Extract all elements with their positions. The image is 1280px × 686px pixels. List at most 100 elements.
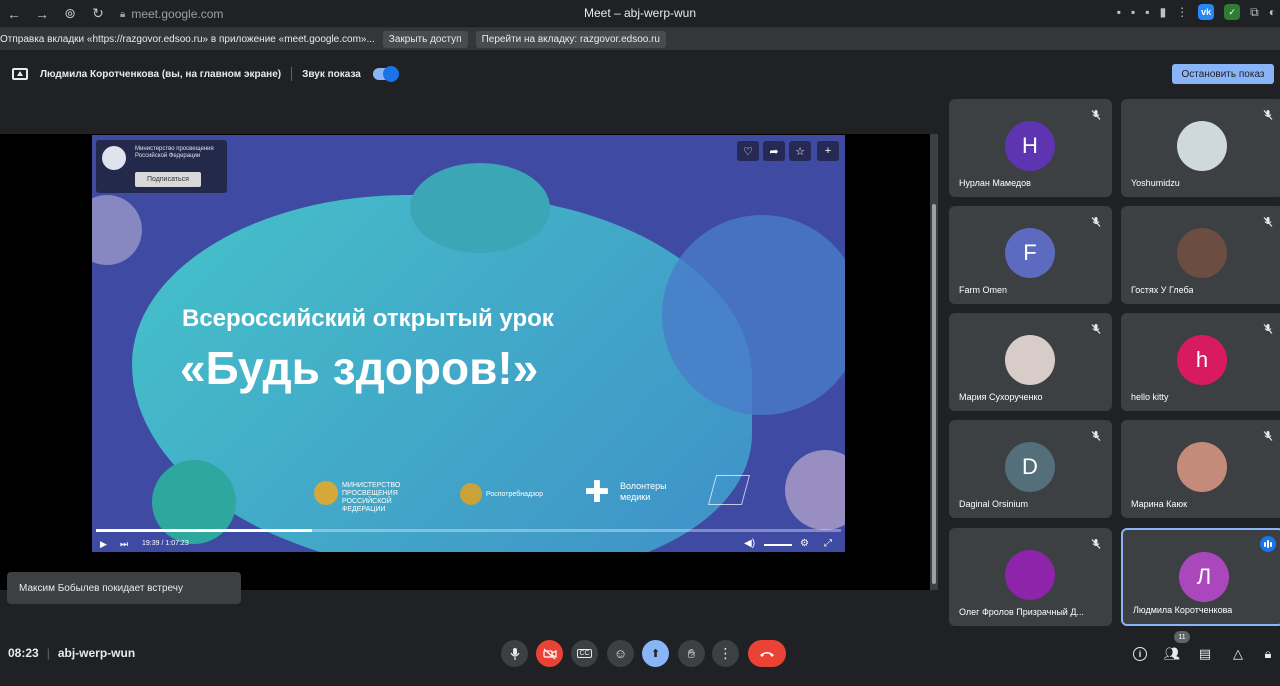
leave-call-button[interactable]: [748, 640, 786, 667]
slide-main-title: «Будь здоров!»: [180, 342, 539, 394]
star-icon[interactable]: ☆: [789, 141, 811, 161]
audio-toggle[interactable]: [372, 66, 399, 82]
people-icon: 👥︎: [1163, 646, 1181, 661]
presenter-label: Людмила Коротченкова (вы, на главном экр…: [40, 68, 282, 80]
forward-icon[interactable]: →: [28, 0, 56, 28]
participant-avatar: D: [1005, 442, 1055, 492]
present-icon: ⬆: [650, 648, 661, 660]
go-to-tab-button[interactable]: Перейти на вкладку: razgovor.edsoo.ru: [475, 30, 666, 48]
mic-muted-icon: [1091, 431, 1101, 441]
channel-name: Министерство просвещения Российской Феде…: [135, 146, 214, 159]
activities-button[interactable]: △: [1228, 644, 1248, 664]
participant-avatar: h: [1177, 335, 1227, 385]
participant-tile[interactable]: D Daginal Orsinium: [949, 420, 1112, 518]
participant-tile[interactable]: Марина Каюк: [1121, 420, 1280, 518]
hangup-icon: [760, 651, 774, 657]
participant-avatar: [1177, 442, 1227, 492]
participant-tile[interactable]: Олег Фролов Призрачный Д...: [949, 528, 1112, 626]
mic-muted-icon: [1091, 324, 1101, 334]
camera-icon[interactable]: ▪: [1117, 5, 1121, 19]
stop-access-button[interactable]: Закрыть доступ: [382, 30, 468, 48]
participant-tile[interactable]: Гостях У Глеба: [1121, 206, 1280, 304]
shared-video-slide: Министерство просвещения Российской Феде…: [92, 135, 845, 552]
meeting-time: 08:23: [8, 646, 39, 660]
slide-circle-left: [92, 195, 142, 265]
like-icon[interactable]: ♡: [737, 141, 759, 161]
microphone-button[interactable]: [501, 640, 528, 667]
raise-hand-button[interactable]: ✋︎: [678, 640, 705, 667]
video-progress-fill: [96, 529, 313, 532]
volume-slider[interactable]: [764, 544, 792, 546]
video-time: 19:39 / 1:07:23: [142, 540, 189, 547]
menu-dots-icon[interactable]: ⋮: [1176, 5, 1188, 19]
sharing-text: Отправка вкладки «https://razgovor.edsoo…: [0, 33, 375, 45]
present-button[interactable]: ⬆: [642, 640, 669, 667]
ministry-emblem-icon: [102, 146, 126, 170]
speaking-indicator-icon: [1260, 536, 1276, 552]
vk-extension-icon[interactable]: vk: [1198, 4, 1215, 20]
chat-button[interactable]: ▤: [1195, 644, 1215, 664]
participant-tile[interactable]: Yoshumidzu: [1121, 99, 1280, 197]
mic-muted-icon: [1263, 110, 1273, 120]
settings-icon[interactable]: ⚙: [800, 538, 809, 549]
slide-circle-bottom-right: [785, 450, 845, 530]
camera-off-icon: [542, 648, 557, 659]
profile-icon[interactable]: ◐: [1269, 5, 1276, 19]
slide-title: Всероссийский открытый урок: [182, 305, 554, 332]
participant-avatar: H: [1005, 121, 1055, 171]
fullscreen-icon[interactable]: ⤢: [824, 538, 832, 549]
extensions-icon[interactable]: ⧉: [1250, 5, 1259, 20]
mic-muted-icon: [1091, 217, 1101, 227]
rospotreb-logo-icon: [460, 483, 482, 505]
subscribe-button[interactable]: Подписаться: [135, 172, 201, 187]
participant-tile[interactable]: F Farm Omen: [949, 206, 1112, 304]
slide-blob-top: [410, 163, 550, 253]
video-progress-bar[interactable]: [96, 529, 841, 532]
participant-name: Yoshumidzu: [1131, 178, 1180, 188]
volunteers-logo-icon: ✚: [584, 476, 610, 509]
participant-tile[interactable]: H Нурлан Мамедов: [949, 99, 1112, 197]
channel-card: Министерство просвещения Российской Феде…: [96, 140, 227, 193]
participant-tile[interactable]: Л Людмила Коротченкова: [1121, 528, 1280, 626]
emoji-icon: ☺: [613, 646, 628, 661]
participant-name: hello kitty: [1131, 392, 1169, 402]
captions-button[interactable]: CC: [571, 640, 598, 667]
play-icon[interactable]: ▶: [100, 539, 107, 550]
stop-presenting-button[interactable]: Остановить показ: [1172, 64, 1274, 84]
meeting-details-button[interactable]: i: [1130, 644, 1150, 664]
add-icon[interactable]: +: [817, 141, 839, 161]
camera-off-button[interactable]: [536, 640, 563, 667]
stage-scrollbar[interactable]: [930, 134, 938, 590]
hand-icon: ✋︎: [687, 645, 696, 661]
chat-icon[interactable]: ▪: [1145, 5, 1149, 19]
next-icon[interactable]: ⏭: [120, 539, 128, 550]
meeting-code: abj-werp-wun: [57, 646, 136, 660]
participant-name: Нурлан Мамедов: [959, 178, 1031, 188]
shield-extension-icon[interactable]: ✓: [1224, 4, 1241, 20]
share-icon[interactable]: ➦: [763, 141, 785, 161]
mic-icon[interactable]: ▪: [1131, 5, 1135, 19]
volunteers-logo-text: Волонтеры медики: [620, 481, 667, 502]
host-controls-button[interactable]: 🔒︎: [1258, 644, 1278, 664]
participant-tile[interactable]: Мария Сухорученко: [949, 313, 1112, 411]
mic-muted-icon: [1091, 539, 1101, 549]
bookmark-icon[interactable]: ▮: [1160, 5, 1167, 19]
back-icon[interactable]: ←: [0, 0, 28, 28]
more-options-button[interactable]: ⋮: [712, 640, 739, 667]
people-button[interactable]: 👥︎: [1162, 644, 1182, 664]
partner-logo-icon: [707, 475, 751, 505]
mic-muted-icon: [1091, 110, 1101, 120]
reload-icon[interactable]: ↻: [84, 0, 112, 28]
participant-name: Daginal Orsinium: [959, 499, 1029, 509]
participant-tile[interactable]: h hello kitty: [1121, 313, 1280, 411]
volume-icon[interactable]: ◀): [744, 538, 755, 549]
reactions-button[interactable]: ☺: [607, 640, 634, 667]
extension-icon[interactable]: ⊚: [56, 0, 84, 28]
participant-name: Гостях У Глеба: [1131, 285, 1194, 295]
participant-avatar: [1005, 550, 1055, 600]
url-text: meet.google.com: [131, 7, 224, 21]
participant-avatar: F: [1005, 228, 1055, 278]
ministry-logo-icon: [314, 481, 338, 505]
address-bar[interactable]: 🔒︎ meet.google.com: [120, 5, 223, 23]
chat-icon: ▤: [1198, 646, 1212, 661]
